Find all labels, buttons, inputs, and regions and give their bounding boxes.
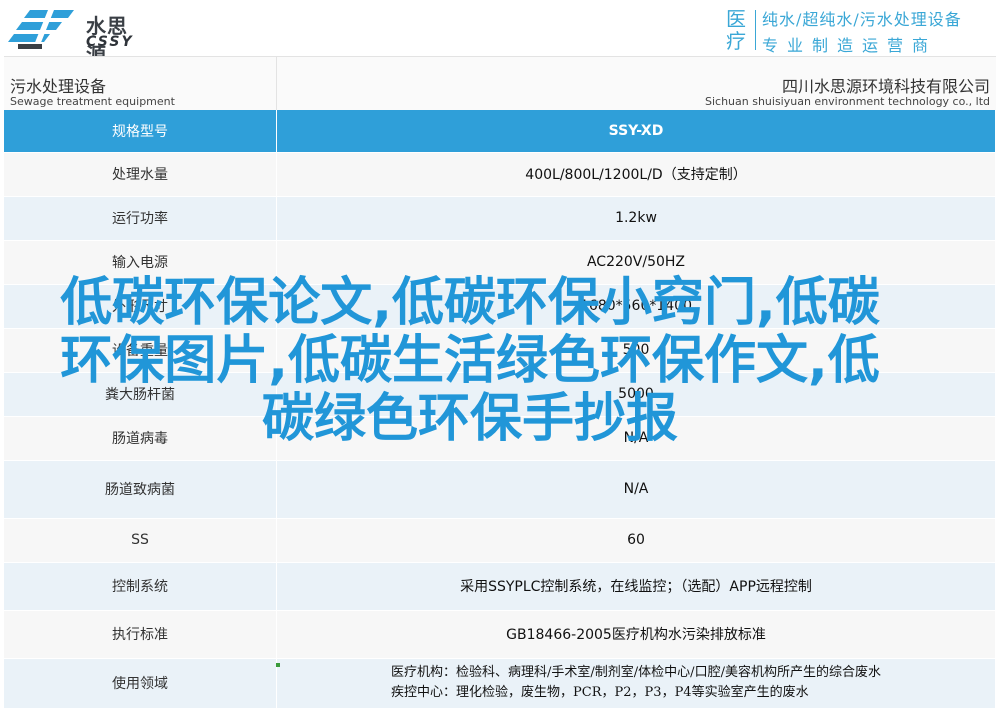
spec-key: 肠道病毒 (4, 416, 277, 461)
table-row: SS 60 (4, 518, 996, 563)
table-row: 外形尺寸 1680*560*1400 (4, 284, 996, 329)
table-row: 肠道病毒 N/A (4, 416, 996, 461)
spec-key: 运行功率 (4, 196, 277, 241)
spec-value: 60 (276, 518, 996, 563)
table-row: 运行功率 1.2kw (4, 196, 996, 241)
logo-en-text: CSSY (86, 34, 134, 50)
tagline-divider (755, 10, 756, 50)
table-row: 输入电源 AC220V/50HZ (4, 240, 996, 285)
spec-value: 1680*560*1400 (276, 284, 996, 329)
table-row: 控制系统 采用SSYPLC控制系统，在线监控；（选配）APP远程控制 (4, 562, 996, 611)
spec-key: SS (4, 518, 277, 563)
spec-value: 5000 (276, 372, 996, 417)
tagline-medical: 医疗 (726, 7, 746, 53)
spec-key: 执行标准 (4, 610, 277, 659)
spec-value: N/A (276, 416, 996, 461)
table-row: 执行标准 GB18466-2005医疗机构水污染排放标准 (4, 610, 996, 659)
spec-key: 设备重量 (4, 328, 277, 373)
site-header: 水思源 CSSY 医疗 纯水/超纯水/污水处理设备 专业制造运营商 (0, 0, 1000, 67)
tagline-box: 医疗 纯水/超纯水/污水处理设备 专业制造运营商 (726, 4, 996, 55)
spec-value: AC220V/50HZ (276, 240, 996, 285)
brand-logo[interactable]: 水思源 CSSY (8, 6, 148, 67)
product-subheader: 污水处理设备 Sewage treatment equipment 四川水思源环… (4, 56, 996, 111)
spec-value: 500 (276, 328, 996, 373)
company-name-en: Sichuan shuisiyuan environment technolog… (704, 95, 990, 108)
green-marker (276, 663, 280, 667)
spec-value: 1.2kw (276, 196, 996, 241)
table-row: 粪大肠杆菌 5000 (4, 372, 996, 417)
table-row: 使用领域 医疗机构：检验科、病理科/手术室/制剂室/体检中心/口腔/美容机构所产… (4, 658, 996, 709)
spec-table: 规格型号 SSY-XD 处理水量 400L/800L/1200L/D（支持定制）… (4, 110, 996, 709)
table-row: 处理水量 400L/800L/1200L/D（支持定制） (4, 152, 996, 197)
usage-text: 医疗机构：检验科、病理科/手术室/制剂室/体检中心/口腔/美容机构所产生的综合废… (391, 663, 881, 703)
spec-key: 使用领域 (4, 658, 277, 709)
spec-value: 400L/800L/1200L/D（支持定制） (276, 152, 996, 197)
spec-value: GB18466-2005医疗机构水污染排放标准 (276, 610, 996, 659)
spec-key: 粪大肠杆菌 (4, 372, 277, 417)
category-subtitle: Sewage treatment equipment (10, 95, 175, 108)
spec-value: 采用SSYPLC控制系统，在线监控；（选配）APP远程控制 (276, 562, 996, 611)
table-row: 肠道致病菌 N/A (4, 460, 996, 519)
spec-value-usage: 医疗机构：检验科、病理科/手术室/制剂室/体检中心/口腔/美容机构所产生的综合废… (276, 658, 996, 709)
tagline-products: 纯水/超纯水/污水处理设备 (762, 10, 962, 29)
subheader-divider (276, 57, 277, 111)
spec-key: 输入电源 (4, 240, 277, 285)
spec-key: 肠道致病菌 (4, 460, 277, 519)
usage-line-medical: 医疗机构：检验科、病理科/手术室/制剂室/体检中心/口腔/美容机构所产生的综合废… (391, 665, 881, 680)
category-title: 污水处理设备 (10, 77, 107, 96)
tagline-slogan: 专业制造运营商 (762, 36, 938, 55)
table-header-row: 规格型号 SSY-XD (4, 110, 996, 153)
spec-value: SSY-XD (276, 110, 996, 153)
spec-key: 规格型号 (4, 110, 277, 153)
logo-mark-icon (8, 10, 74, 50)
spec-value: N/A (276, 460, 996, 519)
spec-key: 外形尺寸 (4, 284, 277, 329)
spec-key: 控制系统 (4, 562, 277, 611)
usage-line-cdc: 疾控中心：理化检验，废生物，PCR，P2，P3，P4等实验室产生的废水 (391, 685, 809, 700)
company-name: 四川水思源环境科技有限公司 (781, 77, 990, 96)
spec-key: 处理水量 (4, 152, 277, 197)
table-row: 设备重量 500 (4, 328, 996, 373)
